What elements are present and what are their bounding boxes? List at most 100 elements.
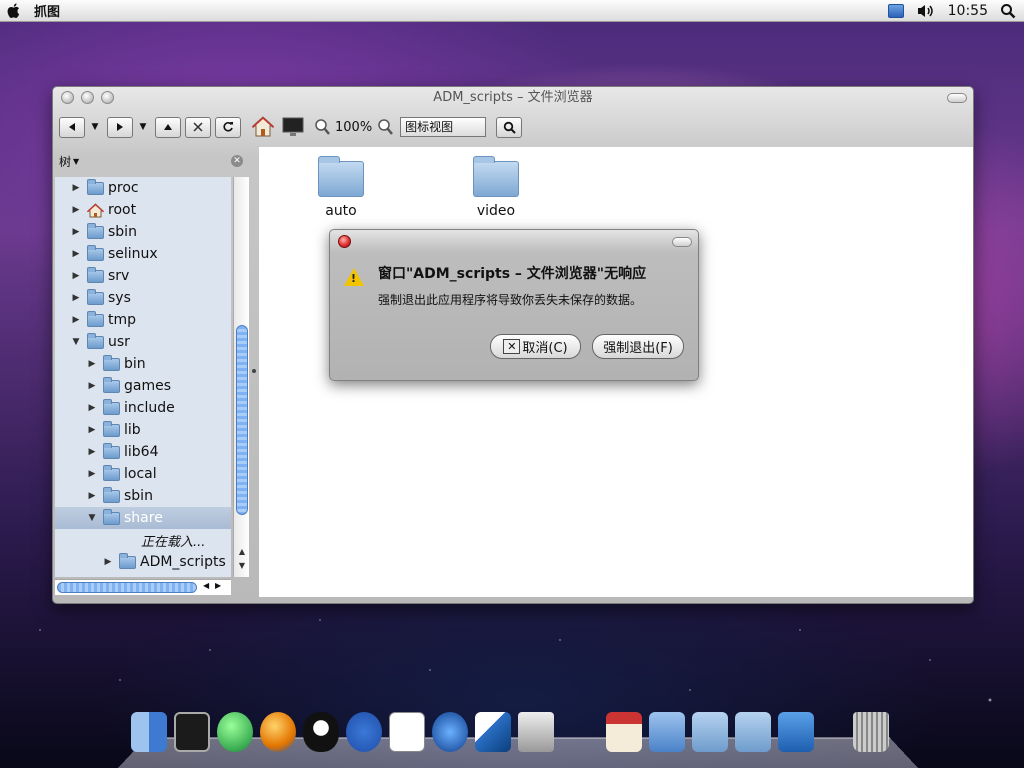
tree-item-lib64[interactable]: ▶ lib64 [55,441,231,463]
zoom-out-icon[interactable] [313,118,331,136]
not-responding-dialog: ! 窗口"ADM_scripts – 文件浏览器"无响应 强制退出此应用程序将导… [329,229,699,381]
tree-item-srv[interactable]: ▶ srv [55,265,231,287]
cancel-button[interactable]: ✕ 取消(C) [490,334,581,359]
menubar-clock[interactable]: 10:55 [948,3,988,19]
globe-icon[interactable] [217,712,253,752]
tree-horizontal-scrollbar[interactable]: ◀ ▶ [55,579,231,595]
folder-icon [103,464,120,481]
quill-icon[interactable] [475,712,511,752]
horizontal-scroll-thumb[interactable] [57,582,197,593]
scroll-up-arrow[interactable]: ▲ [236,547,248,557]
disclosure-collapsed-icon[interactable]: ▶ [87,359,97,369]
tree-item-local[interactable]: ▶ local [55,463,231,485]
pictures-folder-icon[interactable] [649,712,685,752]
spotlight-search-icon[interactable] [1000,3,1016,19]
sidebar-close-icon[interactable]: ✕ [231,155,243,167]
folder-item-auto[interactable]: auto [311,156,371,219]
documents-folder-icon[interactable] [692,712,728,752]
qq-penguin-icon[interactable] [303,712,339,752]
view-mode-select[interactable]: 图标视图 [400,117,487,137]
computer-button[interactable] [281,116,305,138]
disclosure-collapsed-icon[interactable]: ▶ [71,205,81,215]
disclosure-collapsed-icon[interactable]: ▶ [71,227,81,237]
disclosure-collapsed-icon[interactable]: ▶ [103,557,113,567]
browser-icon[interactable] [260,712,296,752]
public-folder-icon[interactable] [735,712,771,752]
tree-item-tmp[interactable]: ▶ tmp [55,309,231,331]
stop-button[interactable] [185,116,211,138]
window-zoom-button[interactable] [101,91,114,104]
disclosure-collapsed-icon[interactable]: ▶ [71,293,81,303]
folder-icon [87,222,104,239]
scroll-left-arrow[interactable]: ◀ [203,581,209,590]
tree-item-root[interactable]: ▶ root [55,199,231,221]
back-button[interactable] [59,116,85,138]
search-button[interactable] [496,116,523,138]
screenshot-icon[interactable] [778,712,814,752]
dialog-close-button[interactable] [338,235,351,248]
dialog-pill-button[interactable] [672,237,692,247]
disclosure-expanded-icon[interactable]: ▼ [87,513,97,523]
warning-icon: ! [344,268,364,286]
vertical-scroll-thumb[interactable] [236,325,248,515]
tree-item-include[interactable]: ▶ include [55,397,231,419]
home-folder-icon[interactable] [606,712,642,752]
apple-menu-icon[interactable] [6,2,22,19]
force-quit-label: 强制退出(F) [603,341,673,356]
tree-item-proc[interactable]: ▶ proc [55,177,231,199]
menu-app-name[interactable]: 抓图 [34,1,60,20]
reload-button[interactable] [215,116,241,138]
media-player-icon[interactable] [432,712,468,752]
tree-vertical-scrollbar[interactable]: ▲ ▼ [233,177,249,577]
disclosure-collapsed-icon[interactable]: ▶ [87,491,97,501]
tree-item-adm-scripts[interactable]: ▶ ADM_scripts [55,551,231,573]
disclosure-collapsed-icon[interactable]: ▶ [71,183,81,193]
tree-item-sbin[interactable]: ▶ sbin [55,221,231,243]
back-history-dropdown[interactable]: ▼ [89,122,101,132]
scroll-down-arrow[interactable]: ▼ [236,561,248,571]
zoom-in-icon[interactable] [376,118,394,136]
finder-icon[interactable] [131,712,167,752]
home-button[interactable] [251,115,275,139]
forward-button[interactable] [107,116,133,138]
disclosure-collapsed-icon[interactable]: ▶ [71,315,81,325]
tree-item-usr[interactable]: ▼ usr [55,331,231,353]
force-quit-button[interactable]: 强制退出(F) [592,334,684,359]
disclosure-collapsed-icon[interactable]: ▶ [87,447,97,457]
disclosure-collapsed-icon[interactable]: ▶ [87,403,97,413]
folder-item-video[interactable]: video [466,156,526,219]
printer-icon[interactable] [518,712,554,752]
window-titlebar[interactable]: ADM_scripts – 文件浏览器 [53,87,973,109]
folder-icon [87,244,104,261]
tree-item-share[interactable]: ▼ share [55,507,231,529]
disclosure-collapsed-icon[interactable]: ▶ [87,381,97,391]
tree-item-lib[interactable]: ▶ lib [55,419,231,441]
up-arrow-icon [164,124,172,130]
paw-icon[interactable] [346,712,382,752]
tree-item-sys[interactable]: ▶ sys [55,287,231,309]
sidebar-header[interactable]: 树 ▼ ✕ [55,147,251,175]
disclosure-expanded-icon[interactable]: ▼ [71,337,81,347]
tree-item-selinux[interactable]: ▶ selinux [55,243,231,265]
window-minimize-button[interactable] [81,91,94,104]
sidebar-splitter[interactable] [251,147,259,601]
disclosure-collapsed-icon[interactable]: ▶ [87,469,97,479]
disclosure-collapsed-icon[interactable]: ▶ [71,249,81,259]
folder-icon [103,486,120,503]
textedit-icon[interactable] [389,712,425,752]
tree-item-sbin[interactable]: ▶ sbin [55,485,231,507]
disclosure-collapsed-icon[interactable]: ▶ [71,271,81,281]
toolbar-toggle-button[interactable] [947,93,967,103]
folder-icon [103,508,120,525]
disclosure-collapsed-icon[interactable]: ▶ [87,425,97,435]
tree-item-games[interactable]: ▶ games [55,375,231,397]
tree-item-bin[interactable]: ▶ bin [55,353,231,375]
window-close-button[interactable] [61,91,74,104]
up-button[interactable] [155,116,181,138]
terminal-icon[interactable] [174,712,210,752]
scroll-right-arrow[interactable]: ▶ [215,581,221,590]
trash-icon[interactable] [853,712,889,752]
volume-icon[interactable] [916,3,936,19]
forward-history-dropdown[interactable]: ▼ [137,122,149,132]
input-method-icon[interactable] [887,4,904,18]
